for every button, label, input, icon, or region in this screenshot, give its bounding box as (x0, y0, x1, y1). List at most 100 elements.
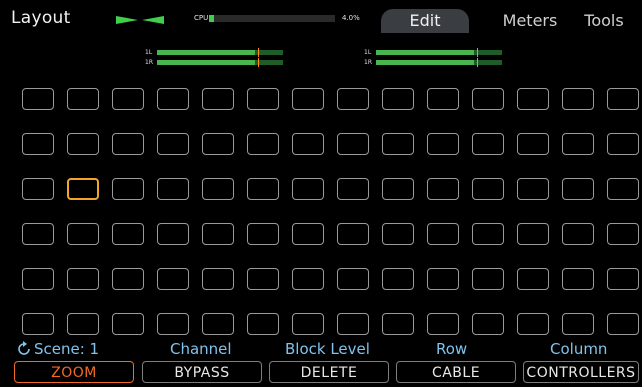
grid-cell[interactable] (247, 178, 279, 200)
grid-cell[interactable] (337, 223, 369, 245)
grid-cell[interactable] (382, 223, 414, 245)
grid-cell[interactable] (562, 313, 594, 335)
meter-channel-label: 1R (145, 59, 153, 66)
grid-cell[interactable] (22, 133, 54, 155)
channel-label[interactable]: Channel (170, 340, 232, 358)
grid-cell[interactable] (472, 133, 504, 155)
cable-button[interactable]: CABLE (396, 361, 516, 383)
grid-cell[interactable] (427, 133, 459, 155)
grid-cell[interactable] (337, 88, 369, 110)
grid-cell[interactable] (157, 223, 189, 245)
zoom-button[interactable]: ZOOM (14, 361, 134, 383)
grid-cell[interactable] (67, 223, 99, 245)
grid-cell[interactable] (157, 88, 189, 110)
grid-cell[interactable] (202, 178, 234, 200)
grid-cell[interactable] (202, 88, 234, 110)
grid-cell[interactable] (202, 268, 234, 290)
grid-cell[interactable] (292, 133, 324, 155)
grid-cell[interactable] (67, 268, 99, 290)
grid-cell[interactable] (112, 88, 144, 110)
grid-cell[interactable] (382, 133, 414, 155)
grid-cell[interactable] (562, 223, 594, 245)
grid-cell[interactable] (22, 268, 54, 290)
tab-meters[interactable]: Meters (494, 9, 566, 33)
grid-cell[interactable] (427, 88, 459, 110)
grid-cell[interactable] (607, 88, 639, 110)
grid-cell[interactable] (67, 88, 99, 110)
grid-cell[interactable] (22, 178, 54, 200)
grid-cell[interactable] (22, 223, 54, 245)
grid-cell[interactable] (517, 178, 549, 200)
grid-cell[interactable] (22, 313, 54, 335)
grid-cell[interactable] (382, 178, 414, 200)
grid-cell[interactable] (517, 88, 549, 110)
grid-cell[interactable] (202, 223, 234, 245)
grid-cell[interactable] (382, 268, 414, 290)
grid-cell[interactable] (112, 223, 144, 245)
grid-cell[interactable] (292, 178, 324, 200)
grid-cell[interactable] (517, 223, 549, 245)
row-label[interactable]: Row (436, 340, 467, 358)
block-level-label[interactable]: Block Level (285, 340, 370, 358)
grid-cell-selected[interactable] (67, 178, 99, 200)
grid-cell[interactable] (562, 133, 594, 155)
tab-edit[interactable]: Edit (381, 9, 469, 33)
tab-tools[interactable]: Tools (572, 9, 636, 33)
grid-cell[interactable] (337, 178, 369, 200)
grid-cell[interactable] (472, 178, 504, 200)
grid-cell[interactable] (247, 268, 279, 290)
grid-cell[interactable] (472, 88, 504, 110)
grid-cell[interactable] (607, 313, 639, 335)
grid-cell[interactable] (607, 178, 639, 200)
meter-bar (157, 58, 283, 67)
grid-cell[interactable] (157, 313, 189, 335)
grid-cell[interactable] (112, 313, 144, 335)
grid-cell[interactable] (427, 178, 459, 200)
grid-cell[interactable] (112, 268, 144, 290)
grid-cell[interactable] (67, 313, 99, 335)
grid-cell[interactable] (22, 88, 54, 110)
grid-cell[interactable] (472, 313, 504, 335)
grid-cell[interactable] (112, 178, 144, 200)
grid-cell[interactable] (472, 268, 504, 290)
grid-cell[interactable] (337, 313, 369, 335)
grid-cell[interactable] (292, 223, 324, 245)
grid-cell[interactable] (337, 268, 369, 290)
grid-cell[interactable] (112, 133, 144, 155)
grid-cell[interactable] (562, 178, 594, 200)
grid-cell[interactable] (427, 313, 459, 335)
grid-cell[interactable] (292, 268, 324, 290)
bypass-button[interactable]: BYPASS (142, 361, 262, 383)
scene-label[interactable]: Scene: 1 (34, 340, 99, 358)
grid-cell[interactable] (292, 88, 324, 110)
grid-cell[interactable] (517, 268, 549, 290)
grid-cell[interactable] (427, 223, 459, 245)
delete-button[interactable]: DELETE (269, 361, 389, 383)
grid-cell[interactable] (67, 133, 99, 155)
grid-cell[interactable] (157, 268, 189, 290)
grid-cell[interactable] (202, 133, 234, 155)
grid-cell[interactable] (607, 268, 639, 290)
grid-cell[interactable] (247, 88, 279, 110)
grid-cell[interactable] (247, 223, 279, 245)
grid-cell[interactable] (157, 178, 189, 200)
controllers-button[interactable]: CONTROLLERS (523, 361, 639, 383)
grid-cell[interactable] (247, 133, 279, 155)
grid-cell[interactable] (562, 268, 594, 290)
grid-cell[interactable] (472, 223, 504, 245)
grid-cell[interactable] (517, 133, 549, 155)
grid-cell[interactable] (292, 313, 324, 335)
grid-cell[interactable] (202, 313, 234, 335)
grid-cell[interactable] (382, 88, 414, 110)
column-label[interactable]: Column (550, 340, 607, 358)
grid-cell[interactable] (607, 133, 639, 155)
grid-cell[interactable] (562, 88, 594, 110)
grid-cell[interactable] (337, 133, 369, 155)
grid-cell[interactable] (607, 223, 639, 245)
meter-fill (376, 50, 475, 55)
grid-cell[interactable] (382, 313, 414, 335)
grid-cell[interactable] (247, 313, 279, 335)
grid-cell[interactable] (517, 313, 549, 335)
grid-cell[interactable] (157, 133, 189, 155)
grid-cell[interactable] (427, 268, 459, 290)
